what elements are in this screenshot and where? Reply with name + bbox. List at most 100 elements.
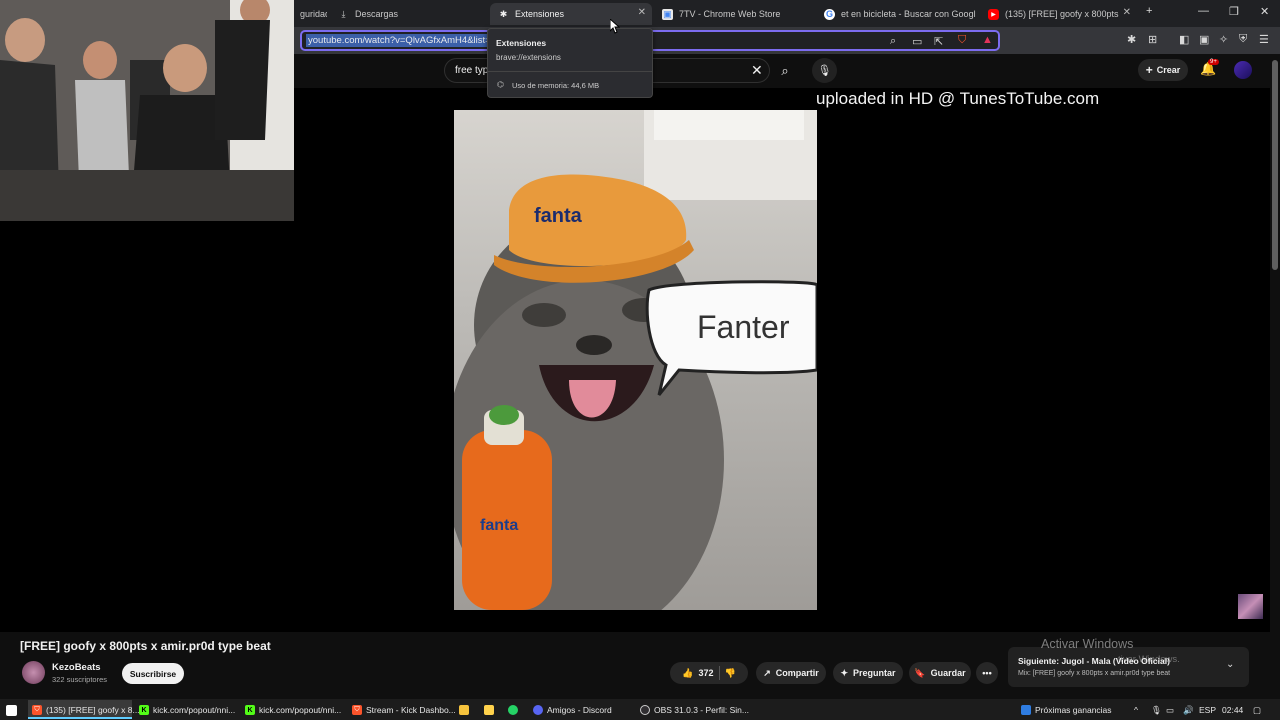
taskbar-item-kick-2[interactable]: K kick.com/popout/nni...	[245, 702, 341, 718]
taskbar-item-stream[interactable]: ⛉ Stream - Kick Dashbo...	[352, 702, 456, 718]
hover-card-memory: Uso de memoria: 44,6 MB	[512, 81, 600, 90]
menu-icon[interactable]: ☰	[1259, 33, 1269, 46]
tab-google[interactable]: G et en bicicleta - Buscar con Google	[816, 3, 976, 25]
chevron-down-icon[interactable]: ⌄	[1226, 659, 1234, 670]
video-title: [FREE] goofy x 800pts x amir.pr0d type b…	[20, 639, 271, 653]
bottle-logo: fanta	[480, 517, 518, 534]
wallet-icon[interactable]: ▣	[1199, 33, 1209, 46]
hover-card-title: Extensiones	[496, 38, 547, 48]
maximize-icon[interactable]: ❐	[1229, 5, 1239, 18]
plus-icon: +	[1145, 63, 1153, 77]
microphone-icon: 🎙	[817, 65, 832, 77]
webstore-icon: ▣	[662, 8, 673, 20]
tab-label: guridad	[300, 9, 327, 19]
close-tab-icon[interactable]: ✕	[638, 7, 646, 18]
webcam-overlay	[0, 0, 294, 221]
tab-security[interactable]: guridad	[292, 3, 327, 25]
brave-shield-icon[interactable]: ⛉	[958, 34, 966, 47]
discord-icon	[533, 705, 543, 715]
search-value: free typ	[455, 65, 489, 76]
taskbar-item-obs[interactable]: OBS 31.0.3 - Perfil: Sin...	[640, 702, 749, 718]
notification-center-icon[interactable]: ▢	[1253, 702, 1261, 718]
sidebar-icon[interactable]: ◧	[1179, 33, 1189, 46]
media-icon[interactable]: ⊞	[1148, 33, 1157, 46]
tray-chevron-icon[interactable]: ^	[1134, 702, 1138, 718]
volume-icon[interactable]: 🔊	[1183, 702, 1194, 718]
url-text[interactable]: youtube.com/watch?v=QlvAGfxAmH4&list=	[306, 34, 493, 47]
share-button[interactable]: ↗ Compartir	[756, 662, 826, 684]
up-next-card[interactable]: Siguiente: Jugol - Mala (Video Oficial) …	[1008, 647, 1249, 687]
brave-icon: ⛉	[352, 705, 362, 715]
new-tab-icon[interactable]: +	[1146, 5, 1152, 17]
google-icon: G	[824, 8, 835, 20]
save-button[interactable]: 🔖 Guardar	[909, 662, 971, 684]
network-icon[interactable]: ▭	[1166, 702, 1174, 718]
news-label: Próximas ganancias	[1035, 705, 1112, 715]
save-label: Guardar	[930, 668, 966, 678]
create-label: Crear	[1156, 65, 1181, 75]
create-button[interactable]: + Crear	[1138, 59, 1188, 81]
taskbar-item-discord[interactable]: Amigos - Discord	[533, 702, 612, 718]
bookmark-icon: 🔖	[914, 667, 926, 678]
taskbar-label: kick.com/popout/nni...	[259, 705, 342, 715]
avatar[interactable]	[1234, 61, 1252, 79]
news-widget[interactable]: Próximas ganancias	[1021, 702, 1112, 718]
vpn-icon[interactable]: ⛨	[1239, 33, 1247, 46]
webcam-people-image	[0, 0, 294, 221]
tab-extensions[interactable]: ✱ Extensiones ✕	[490, 3, 652, 25]
like-count: 372	[698, 668, 714, 678]
tab-youtube[interactable]: ▶ (135) [FREE] goofy x 800pts x am ✕	[980, 3, 1137, 25]
more-actions-button[interactable]: •••	[976, 662, 998, 684]
notes-icon[interactable]	[484, 702, 494, 718]
leo-ai-icon[interactable]: ✧	[1219, 33, 1228, 46]
hover-card-url: brave://extensions	[496, 53, 561, 62]
channel-watermark[interactable]	[1238, 594, 1263, 619]
taskbar-item-kick-1[interactable]: K kick.com/popout/nni...	[139, 702, 235, 718]
whatsapp-icon[interactable]	[508, 702, 518, 718]
extensions-icon[interactable]: ✱	[1127, 33, 1136, 46]
share-label: Compartir	[775, 668, 819, 678]
share-icon: ↗	[763, 667, 771, 678]
search-button[interactable]: ⌕	[770, 58, 800, 83]
kick-icon: K	[139, 705, 149, 715]
brave-rewards-icon[interactable]: ▲	[982, 34, 993, 46]
windows-start-icon[interactable]	[6, 702, 17, 718]
tab-7tv[interactable]: ▣ 7TV - Chrome Web Store	[654, 3, 814, 25]
taskbar-label: OBS 31.0.3 - Perfil: Sin...	[654, 705, 749, 715]
voice-search-button[interactable]: 🎙	[812, 58, 837, 83]
more-icon: •••	[982, 668, 992, 678]
download-icon: ⤓	[341, 8, 346, 19]
page-scrollbar[interactable]	[1272, 60, 1278, 270]
channel-avatar[interactable]	[22, 661, 45, 684]
subscribe-button[interactable]: Suscribirse	[122, 663, 184, 684]
minimize-icon[interactable]: —	[1198, 5, 1209, 17]
taskbar-label: Stream - Kick Dashbo...	[366, 705, 456, 715]
taskbar-item-brave[interactable]: ⛉ (135) [FREE] goofy x 8...	[32, 702, 140, 718]
search-icon: ⌕	[781, 62, 789, 78]
youtube-icon: ▶	[988, 8, 999, 20]
clock[interactable]: 02:44	[1222, 702, 1243, 718]
microphone-tray-icon[interactable]: 🎙	[1151, 702, 1162, 718]
share-icon[interactable]: ⇱	[934, 35, 943, 48]
tab-label: (135) [FREE] goofy x 800pts x am	[1005, 9, 1120, 19]
clear-search-icon[interactable]: ✕	[751, 62, 763, 79]
zoom-icon[interactable]: ⌕	[890, 35, 896, 48]
divider	[718, 666, 720, 680]
tab-label: Descargas	[355, 9, 399, 19]
like-dislike-group: 👍 372 👎	[670, 662, 748, 684]
taskbar-label: (135) [FREE] goofy x 8...	[46, 705, 140, 715]
close-window-icon[interactable]: ✕	[1260, 5, 1269, 18]
chart-icon	[1021, 705, 1031, 715]
language-indicator[interactable]: ESP	[1199, 702, 1216, 718]
like-button[interactable]: 👍 372	[682, 668, 713, 679]
close-tab-icon[interactable]: ✕	[1123, 7, 1131, 18]
ask-button[interactable]: ✦ Preguntar	[833, 662, 903, 684]
cast-icon[interactable]: ▭	[912, 35, 922, 48]
memory-icon: ⌬	[497, 80, 504, 89]
dislike-button[interactable]: 👎	[725, 668, 736, 679]
channel-name[interactable]: KezoBeats	[52, 662, 101, 673]
file-explorer-icon[interactable]	[459, 702, 469, 718]
tab-hover-card: Extensiones brave://extensions ⌬ Uso de …	[487, 28, 653, 98]
tab-downloads[interactable]: ⤓ Descargas	[330, 3, 480, 25]
video-frame[interactable]: fanta Fanter fanta	[454, 110, 817, 610]
